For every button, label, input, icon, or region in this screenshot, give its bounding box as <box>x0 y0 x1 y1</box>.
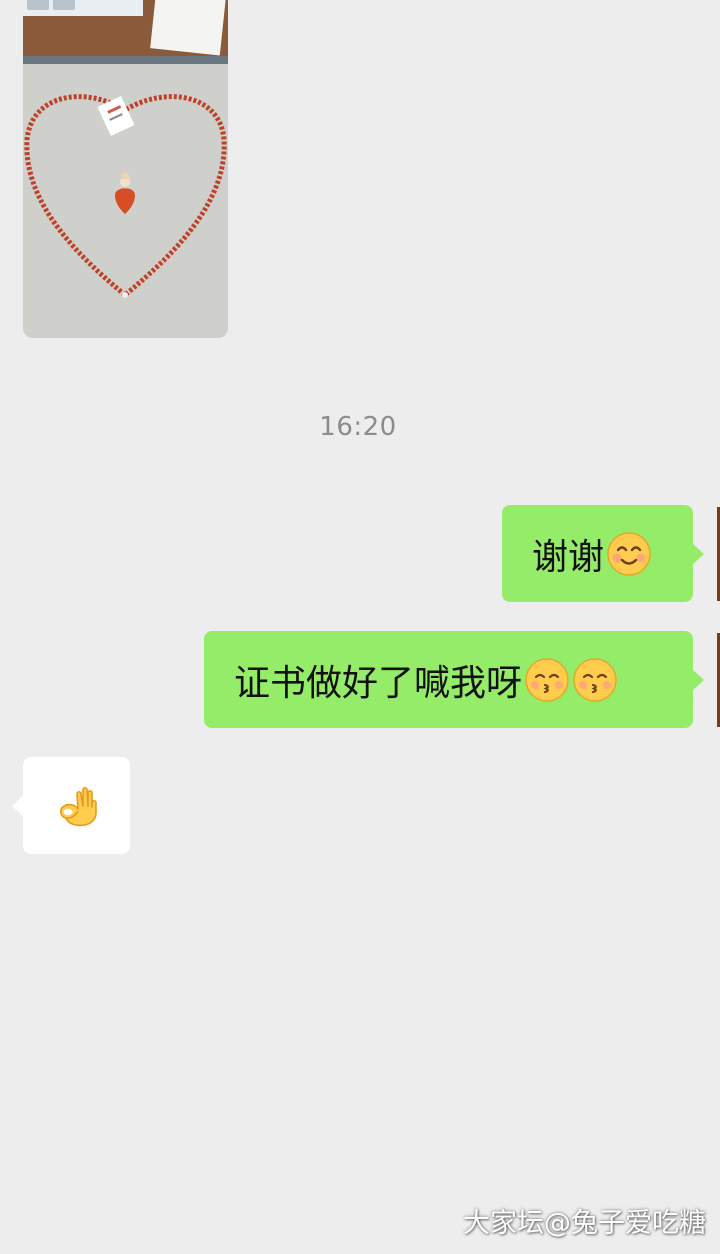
incoming-message-bubble[interactable] <box>12 757 130 854</box>
ok-hand-icon <box>52 781 102 831</box>
outgoing-message-bubble[interactable]: 谢谢 <box>502 505 704 602</box>
message-timestamp: 16:20 <box>319 412 397 442</box>
necklace-photo <box>23 0 228 338</box>
kissing-face-icon <box>524 657 570 703</box>
message-text: 证书做好了喊我呀 <box>234 662 523 704</box>
outgoing-message-bubble[interactable]: 证书做好了喊我呀 <box>204 631 704 728</box>
kissing-face-icon <box>572 657 618 703</box>
watermark-text: 大家坛@兔子爱吃糖 <box>463 1208 706 1239</box>
received-photo-message[interactable] <box>23 0 228 338</box>
smiling-face-icon <box>606 531 652 577</box>
message-text: 谢谢 <box>532 536 605 578</box>
